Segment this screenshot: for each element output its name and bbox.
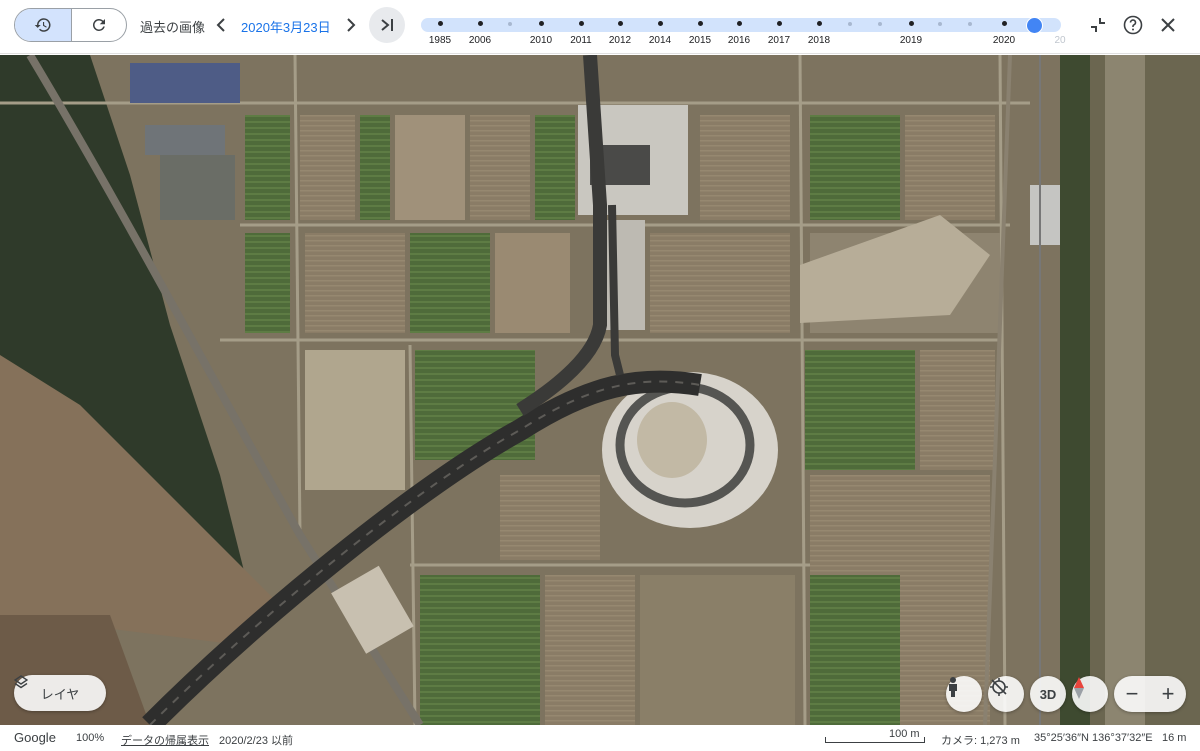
data-attribution-link[interactable]: データの帰属表示 xyxy=(121,732,209,748)
google-logo: Google xyxy=(14,730,56,745)
chevron-right-icon xyxy=(347,18,356,32)
timeline-year-label: 2010 xyxy=(529,35,553,46)
timeline-year-dot[interactable] xyxy=(478,21,483,26)
history-mode-button[interactable] xyxy=(15,9,71,41)
timeline-year-dot[interactable] xyxy=(1002,21,1007,26)
satellite-map[interactable]: レイヤ 3D − + xyxy=(0,55,1200,725)
timeline-year-label: 2014 xyxy=(648,35,672,46)
imagery-date: 2020/2/23 以前 xyxy=(219,735,293,747)
rotate-mode-button[interactable] xyxy=(70,9,127,41)
google-earth-app: 過去の画像 2020年3月23日 1985 2006 2010 2011 2012 201… xyxy=(0,0,1200,751)
3d-view-button[interactable]: 3D xyxy=(1030,676,1066,712)
layers-label: レイヤ xyxy=(40,686,80,702)
rotate-icon xyxy=(92,18,105,31)
timeline-year-dot[interactable] xyxy=(698,21,703,26)
timeline-year-dot[interactable] xyxy=(737,21,742,26)
timeline-year-dot[interactable] xyxy=(579,21,584,26)
historical-imagery-label: 過去の画像 xyxy=(140,20,206,35)
layers-icon xyxy=(14,675,28,689)
timeline-year-label: 2011 xyxy=(570,35,592,46)
camera-altitude: カメラ: 1,273 m xyxy=(941,735,1020,747)
timeline-year-label: 2006 xyxy=(468,35,492,46)
timeline-minor-dot[interactable] xyxy=(848,22,852,26)
timeline-minor-dot[interactable] xyxy=(508,22,512,26)
street-view-button[interactable] xyxy=(946,676,982,712)
ground-elevation: 16 m xyxy=(1162,732,1187,744)
scale-bar xyxy=(825,737,925,743)
help-icon xyxy=(1123,15,1143,35)
compass-icon xyxy=(1074,677,1084,699)
compass-button[interactable] xyxy=(1072,676,1108,712)
timeline-year-label: 2012 xyxy=(608,35,632,46)
timeline-minor-dot[interactable] xyxy=(968,22,972,26)
chevron-left-icon xyxy=(216,18,225,32)
collapse-icon xyxy=(1091,18,1105,32)
zoom-level: 100% xyxy=(76,732,105,744)
previous-date-button[interactable] xyxy=(212,15,230,35)
imagery-mode-toggle xyxy=(14,8,127,42)
timeline-year-dot[interactable] xyxy=(539,21,544,26)
timeline-year-dot[interactable] xyxy=(777,21,782,26)
zoom-out-button[interactable]: − xyxy=(1114,676,1150,712)
zoom-in-button[interactable]: + xyxy=(1150,676,1186,712)
skip-to-latest-icon xyxy=(381,19,393,31)
historical-imagery-toolbar: 過去の画像 2020年3月23日 1985 2006 2010 2011 2012 201… xyxy=(0,0,1200,54)
history-icon xyxy=(34,18,51,32)
close-icon xyxy=(1161,18,1175,32)
timeline-year-label-cut: 20 xyxy=(1054,35,1066,46)
next-date-button[interactable] xyxy=(342,15,360,35)
help-button[interactable] xyxy=(1121,13,1145,37)
timeline-year-label: 2020 xyxy=(992,35,1016,46)
timeline-thumb[interactable] xyxy=(1027,18,1042,33)
status-bar: Google 100% データの帰属表示 2020/2/23 以前 100 m … xyxy=(0,725,1200,751)
timeline-year-dot[interactable] xyxy=(618,21,623,26)
timeline-year-label: 2019 xyxy=(899,35,923,46)
timeline-year-label: 2018 xyxy=(807,35,831,46)
timeline-minor-dot[interactable] xyxy=(938,22,942,26)
coordinates: 35°25′36″N 136°37′32″E xyxy=(1034,732,1153,744)
timeline-year-dot[interactable] xyxy=(658,21,663,26)
tilt-off-icon xyxy=(990,678,1008,696)
selected-date[interactable]: 2020年3月23日 xyxy=(241,17,331,36)
timeline-minor-dot[interactable] xyxy=(878,22,882,26)
timeline-year-dot[interactable] xyxy=(438,21,443,26)
skip-to-latest-button[interactable] xyxy=(369,7,405,43)
timeline-year-dot[interactable] xyxy=(909,21,914,26)
tilt-button[interactable] xyxy=(988,676,1024,712)
pegman-icon xyxy=(949,677,957,697)
timeline-year-label: 2017 xyxy=(767,35,791,46)
timeline-year-label: 2016 xyxy=(727,35,751,46)
close-button[interactable] xyxy=(1156,13,1180,37)
aerial-imagery xyxy=(0,55,1200,725)
3d-label: 3D xyxy=(1039,686,1057,702)
timeline-year-label: 2015 xyxy=(688,35,712,46)
collapse-button[interactable] xyxy=(1086,13,1110,37)
layers-button[interactable]: レイヤ xyxy=(14,675,106,711)
timeline-year-dot[interactable] xyxy=(817,21,822,26)
zoom-controls: − + xyxy=(1114,676,1186,712)
timeline-year-label: 1985 xyxy=(428,35,452,46)
